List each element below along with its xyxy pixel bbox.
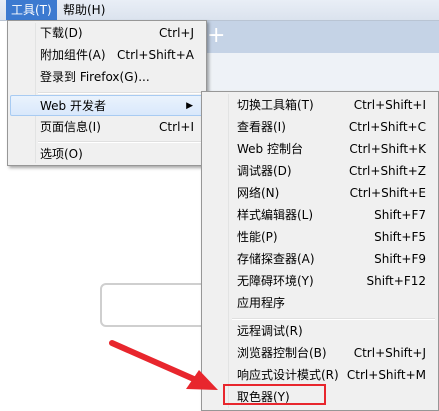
- annotation-arrow-icon: [109, 340, 218, 390]
